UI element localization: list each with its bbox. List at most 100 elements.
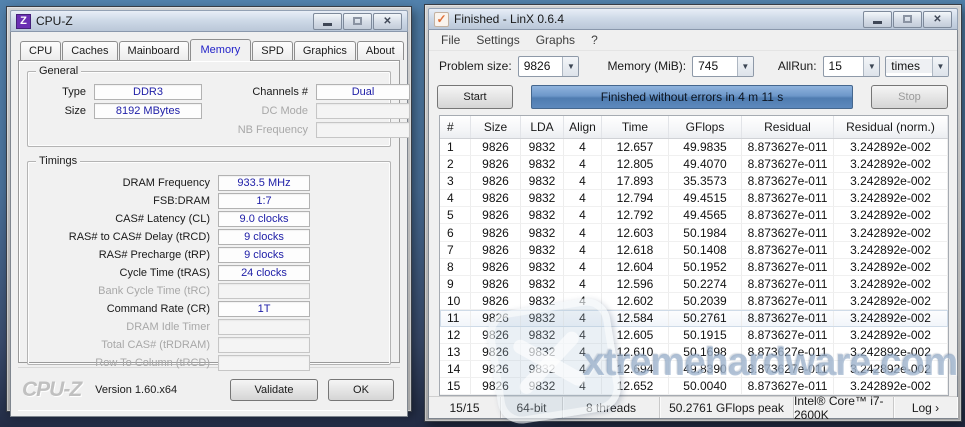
table-row[interactable]: 198269832412.65749.98358.873627e-0113.24… bbox=[440, 139, 948, 156]
close-icon[interactable]: ✕ bbox=[373, 13, 402, 30]
chevron-down-icon: ▼ bbox=[863, 57, 879, 76]
log-button[interactable]: Log › bbox=[894, 397, 957, 418]
table-cell: 8.873627e-011 bbox=[742, 276, 834, 293]
cpuz-window: Z CPU-Z ✕ CPUCachesMainboardMemorySPDGra… bbox=[6, 6, 412, 412]
table-row[interactable]: 498269832412.79449.45158.873627e-0113.24… bbox=[440, 190, 948, 207]
table-cell: 12.604 bbox=[602, 259, 669, 276]
table-row[interactable]: 1498269832412.69449.83908.873627e-0113.2… bbox=[440, 361, 948, 378]
table-cell: 4 bbox=[440, 190, 471, 207]
run-count-select[interactable]: 15 ▼ bbox=[823, 56, 881, 77]
tab-caches[interactable]: Caches bbox=[62, 41, 117, 60]
table-cell: 49.9835 bbox=[669, 139, 742, 156]
problem-size-select[interactable]: 9826 ▼ bbox=[518, 56, 580, 77]
table-cell: 9826 bbox=[471, 139, 521, 156]
table-cell: 49.4070 bbox=[669, 156, 742, 173]
table-cell: 9826 bbox=[471, 224, 521, 241]
table-cell: 9826 bbox=[471, 276, 521, 293]
table-cell: 14 bbox=[440, 361, 471, 378]
timing-label: DRAM Frequency bbox=[28, 177, 218, 189]
table-cell: 4 bbox=[564, 224, 602, 241]
tab-spd[interactable]: SPD bbox=[252, 41, 293, 60]
maximize-icon[interactable] bbox=[343, 13, 372, 30]
table-cell: 3.242892e-002 bbox=[834, 207, 948, 224]
column-header: GFlops bbox=[669, 116, 742, 138]
timing-value: 24 clocks bbox=[218, 265, 310, 281]
table-cell: 5 bbox=[440, 207, 471, 224]
table-row[interactable]: 698269832412.60350.19848.873627e-0113.24… bbox=[440, 224, 948, 241]
stop-button[interactable]: Stop bbox=[871, 85, 948, 109]
menu-file[interactable]: File bbox=[433, 31, 468, 49]
start-button[interactable]: Start bbox=[437, 85, 513, 109]
table-cell: 4 bbox=[564, 361, 602, 378]
chevron-down-icon: ▼ bbox=[737, 57, 753, 76]
table-cell: 4 bbox=[564, 173, 602, 190]
table-row[interactable]: 798269832412.61850.14088.873627e-0113.24… bbox=[440, 242, 948, 259]
minimize-icon[interactable] bbox=[313, 13, 342, 30]
table-cell: 50.1952 bbox=[669, 259, 742, 276]
menu-graphs[interactable]: Graphs bbox=[528, 31, 583, 49]
timings-group-label: Timings bbox=[36, 155, 80, 167]
tab-about[interactable]: About bbox=[357, 41, 404, 60]
nb-frequency-value bbox=[316, 122, 410, 138]
tab-cpu[interactable]: CPU bbox=[20, 41, 61, 60]
table-cell: 8.873627e-011 bbox=[742, 361, 834, 378]
memory-select[interactable]: 745 ▼ bbox=[692, 56, 754, 77]
tab-memory[interactable]: Memory bbox=[190, 39, 252, 61]
table-row[interactable]: 298269832412.80549.40708.873627e-0113.24… bbox=[440, 156, 948, 173]
table-cell: 9832 bbox=[521, 310, 564, 327]
table-row[interactable]: 398269832417.89335.35738.873627e-0113.24… bbox=[440, 173, 948, 190]
table-cell: 15 bbox=[440, 378, 471, 395]
nb-frequency-label: NB Frequency bbox=[208, 124, 308, 136]
table-cell: 8.873627e-011 bbox=[742, 242, 834, 259]
linx-titlebar[interactable]: ✓ Finished - LinX 0.6.4 ✕ bbox=[428, 8, 958, 30]
memory-value: 745 bbox=[693, 59, 737, 73]
table-cell: 11 bbox=[440, 310, 471, 327]
table-cell: 4 bbox=[564, 139, 602, 156]
table-row[interactable]: 998269832412.59650.22748.873627e-0113.24… bbox=[440, 276, 948, 293]
cpuz-titlebar[interactable]: Z CPU-Z ✕ bbox=[10, 10, 408, 32]
table-cell: 8 bbox=[440, 259, 471, 276]
table-cell: 12.657 bbox=[602, 139, 669, 156]
tab-mainboard[interactable]: Mainboard bbox=[119, 41, 189, 60]
ok-button[interactable]: OK bbox=[328, 379, 394, 401]
column-header: LDA bbox=[521, 116, 564, 138]
table-cell: 9832 bbox=[521, 276, 564, 293]
general-group-label: General bbox=[36, 65, 81, 77]
table-cell: 8.873627e-011 bbox=[742, 173, 834, 190]
close-icon[interactable]: ✕ bbox=[923, 11, 952, 28]
run-unit-select[interactable]: times ▼ bbox=[885, 56, 949, 77]
timing-value: 9 clocks bbox=[218, 247, 310, 263]
table-cell: 9832 bbox=[521, 173, 564, 190]
table-cell: 12.603 bbox=[602, 224, 669, 241]
table-cell: 12 bbox=[440, 327, 471, 344]
table-row[interactable]: 1298269832412.60550.19158.873627e-0113.2… bbox=[440, 327, 948, 344]
table-cell: 50.2039 bbox=[669, 293, 742, 310]
column-header: Residual (norm.) bbox=[834, 116, 948, 138]
tab-graphics[interactable]: Graphics bbox=[294, 41, 356, 60]
linx-window: ✓ Finished - LinX 0.6.4 ✕ FileSettingsGr… bbox=[424, 4, 962, 422]
table-cell: 9826 bbox=[471, 156, 521, 173]
maximize-icon[interactable] bbox=[893, 11, 922, 28]
table-cell: 8.873627e-011 bbox=[742, 327, 834, 344]
dc-mode-value bbox=[316, 103, 410, 119]
timing-value bbox=[218, 283, 310, 299]
column-header: Time bbox=[602, 116, 669, 138]
timing-value bbox=[218, 319, 310, 335]
menu-settings[interactable]: Settings bbox=[468, 31, 527, 49]
minimize-icon[interactable] bbox=[863, 11, 892, 28]
table-row[interactable]: 598269832412.79249.45658.873627e-0113.24… bbox=[440, 207, 948, 224]
table-row[interactable]: 1598269832412.65250.00408.873627e-0113.2… bbox=[440, 378, 948, 395]
table-row[interactable]: 1398269832412.61050.16988.873627e-0113.2… bbox=[440, 344, 948, 361]
validate-button[interactable]: Validate bbox=[230, 379, 318, 401]
channels-value: Dual bbox=[316, 84, 410, 100]
table-cell: 12.596 bbox=[602, 276, 669, 293]
run-unit-value: times bbox=[886, 59, 932, 73]
channels-label: Channels # bbox=[208, 86, 308, 98]
table-cell: 50.1408 bbox=[669, 242, 742, 259]
table-cell: 35.3573 bbox=[669, 173, 742, 190]
timing-label: DRAM Idle Timer bbox=[28, 321, 218, 333]
table-row[interactable]: 1098269832412.60250.20398.873627e-0113.2… bbox=[440, 293, 948, 310]
table-row[interactable]: 898269832412.60450.19528.873627e-0113.24… bbox=[440, 259, 948, 276]
menu-help[interactable]: ? bbox=[583, 31, 606, 49]
table-row[interactable]: 1198269832412.58450.27618.873627e-0113.2… bbox=[440, 310, 948, 327]
